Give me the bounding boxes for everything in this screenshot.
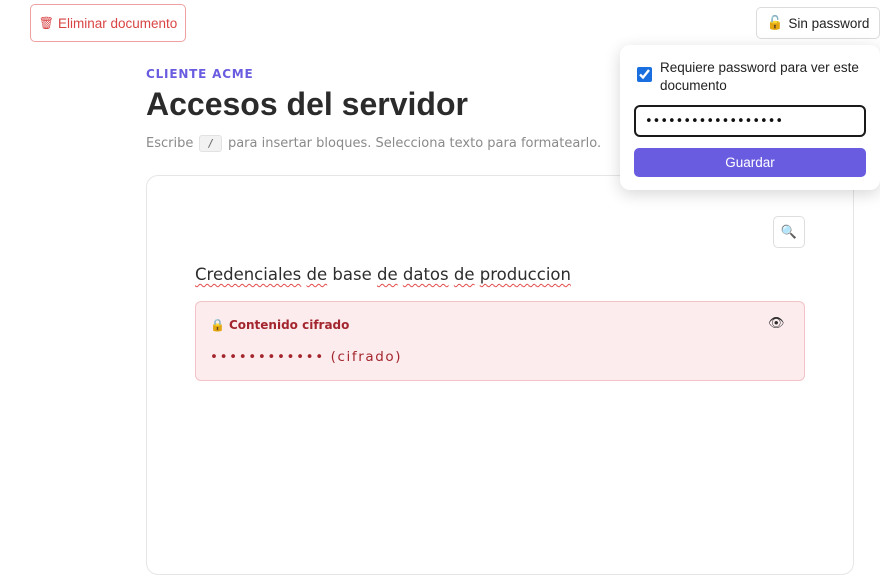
paragraph-block[interactable]: Credenciales de base de datos de producc… — [195, 265, 571, 284]
search-button[interactable]: 🔍 — [773, 216, 805, 248]
password-status-label: Sin password — [788, 15, 870, 31]
hint-text-after: para insertar bloques. Selecciona texto … — [227, 136, 602, 151]
encrypted-label-text: Contenido cifrado — [228, 318, 350, 332]
delete-document-label: Eliminar documento — [57, 15, 178, 31]
password-input[interactable] — [634, 105, 866, 137]
save-button[interactable]: Guardar — [634, 148, 866, 177]
encrypted-block: 🔒 Contenido cifrado 👁 •••••••••••• (cifr… — [195, 301, 805, 381]
editor-hint: Escribe / para insertar bloques. Selecci… — [146, 135, 601, 152]
search-icon: 🔍 — [780, 224, 798, 239]
paragraph-word: Credenciales — [195, 265, 302, 284]
slash-key: / — [199, 135, 222, 152]
password-toggle-button[interactable]: 🔓 Sin password — [756, 7, 880, 39]
page-title: Accesos del servidor — [146, 86, 468, 122]
lock-icon: 🔒 — [210, 318, 225, 332]
paragraph-word: datos — [402, 265, 449, 284]
paragraph-word: produccion — [479, 265, 571, 284]
unlock-icon: 🔓 — [766, 15, 784, 30]
hint-text-before: Escribe — [146, 136, 194, 151]
paragraph-word: de — [453, 265, 475, 284]
paragraph-word: base — [332, 265, 372, 284]
encrypted-label: 🔒 Contenido cifrado — [210, 318, 349, 332]
require-password-checkbox[interactable] — [637, 67, 652, 82]
delete-document-button[interactable]: 🗑 Eliminar documento — [30, 4, 186, 42]
client-name: CLIENTE ACME — [146, 67, 254, 81]
paragraph-word: de — [377, 265, 398, 284]
password-popover: Requiere password para ver este document… — [620, 45, 880, 190]
eye-icon[interactable]: 👁 — [768, 316, 785, 331]
encrypted-value: •••••••••••• (cifrado) — [210, 349, 403, 365]
trash-icon: 🗑 — [38, 16, 54, 30]
paragraph-word: de — [306, 265, 328, 284]
require-password-label: Requiere password para ver este document… — [660, 60, 859, 93]
